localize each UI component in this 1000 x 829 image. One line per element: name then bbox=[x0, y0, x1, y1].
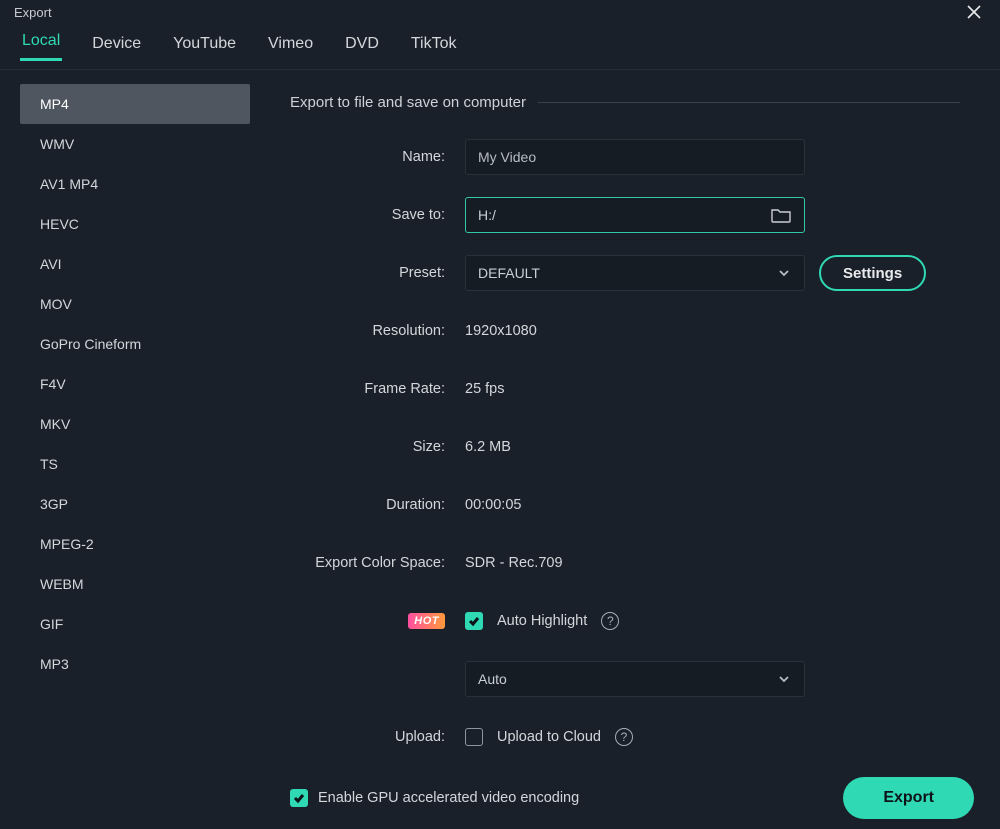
preset-select[interactable]: DEFAULT bbox=[465, 255, 805, 291]
row-preset: Preset: DEFAULT Settings bbox=[290, 255, 960, 291]
format-gif[interactable]: GIF bbox=[20, 604, 250, 644]
label-size: Size: bbox=[290, 439, 465, 455]
highlight-mode-value: Auto bbox=[478, 671, 507, 687]
format-av1-mp4[interactable]: AV1 MP4 bbox=[20, 164, 250, 204]
format-mkv[interactable]: MKV bbox=[20, 404, 250, 444]
section-heading-text: Export to file and save on computer bbox=[290, 94, 526, 111]
gpu-checkbox[interactable] bbox=[290, 789, 308, 807]
resolution-value: 1920x1080 bbox=[465, 323, 537, 339]
format-sidebar: MP4WMVAV1 MP4HEVCAVIMOVGoPro CineformF4V… bbox=[0, 70, 250, 777]
auto-highlight-checkbox[interactable] bbox=[465, 612, 483, 630]
duration-value: 00:00:05 bbox=[465, 497, 521, 513]
chevron-down-icon bbox=[778, 266, 792, 280]
row-colorspace: Export Color Space: SDR - Rec.709 bbox=[290, 545, 960, 581]
section-heading: Export to file and save on computer bbox=[290, 94, 960, 111]
settings-button[interactable]: Settings bbox=[819, 255, 926, 291]
divider-line bbox=[538, 102, 960, 103]
tab-tiktok[interactable]: TikTok bbox=[409, 27, 459, 61]
row-upload: Upload: Upload to Cloud ? bbox=[290, 719, 960, 755]
format-mpeg-2[interactable]: MPEG-2 bbox=[20, 524, 250, 564]
close-icon bbox=[966, 4, 982, 20]
label-duration: Duration: bbox=[290, 497, 465, 513]
main-panel: Export to file and save on computer Name… bbox=[250, 70, 1000, 777]
content-area: MP4WMVAV1 MP4HEVCAVIMOVGoPro CineformF4V… bbox=[0, 70, 1000, 777]
tab-local[interactable]: Local bbox=[20, 24, 62, 61]
folder-icon bbox=[771, 207, 791, 223]
titlebar: Export bbox=[0, 0, 1000, 24]
label-colorspace: Export Color Space: bbox=[290, 555, 465, 571]
tab-vimeo[interactable]: Vimeo bbox=[266, 27, 315, 61]
footer-left: Enable GPU accelerated video encoding bbox=[290, 789, 579, 807]
auto-highlight-help[interactable]: ? bbox=[601, 612, 619, 630]
format-mp4[interactable]: MP4 bbox=[20, 84, 250, 124]
export-window: Export LocalDeviceYouTubeVimeoDVDTikTok … bbox=[0, 0, 1000, 789]
label-save-to: Save to: bbox=[290, 207, 465, 223]
name-input[interactable] bbox=[465, 139, 805, 175]
format-gopro-cineform[interactable]: GoPro Cineform bbox=[20, 324, 250, 364]
chevron-down-icon bbox=[778, 672, 792, 686]
row-auto-highlight: HOT Auto Highlight ? bbox=[290, 603, 960, 639]
footer: Enable GPU accelerated video encoding Ex… bbox=[0, 777, 1000, 829]
label-framerate: Frame Rate: bbox=[290, 381, 465, 397]
upload-cloud-help[interactable]: ? bbox=[615, 728, 633, 746]
row-highlight-mode: Auto bbox=[290, 661, 960, 697]
gpu-label: Enable GPU accelerated video encoding bbox=[318, 790, 579, 806]
highlight-mode-select[interactable]: Auto bbox=[465, 661, 805, 697]
format-avi[interactable]: AVI bbox=[20, 244, 250, 284]
tab-bar: Local Device YouTube Vimeo DVD TikTok bbox=[0, 24, 1000, 70]
browse-folder-button[interactable] bbox=[770, 204, 792, 226]
label-name: Name: bbox=[290, 149, 465, 165]
row-duration: Duration: 00:00:05 bbox=[290, 487, 960, 523]
export-form: Name: Save to: H:/ bbox=[290, 139, 960, 755]
window-title: Export bbox=[14, 5, 52, 20]
format-ts[interactable]: TS bbox=[20, 444, 250, 484]
row-size: Size: 6.2 MB bbox=[290, 429, 960, 465]
label-preset: Preset: bbox=[290, 265, 465, 281]
row-framerate: Frame Rate: 25 fps bbox=[290, 371, 960, 407]
tab-youtube[interactable]: YouTube bbox=[171, 27, 238, 61]
format-hevc[interactable]: HEVC bbox=[20, 204, 250, 244]
label-upload: Upload: bbox=[290, 729, 465, 745]
size-value: 6.2 MB bbox=[465, 439, 511, 455]
upload-cloud-checkbox[interactable] bbox=[465, 728, 483, 746]
auto-highlight-label: Auto Highlight bbox=[497, 613, 587, 629]
tab-dvd[interactable]: DVD bbox=[343, 27, 381, 61]
format-wmv[interactable]: WMV bbox=[20, 124, 250, 164]
export-button[interactable]: Export bbox=[843, 777, 974, 819]
row-name: Name: bbox=[290, 139, 960, 175]
colorspace-value: SDR - Rec.709 bbox=[465, 555, 563, 571]
tab-device[interactable]: Device bbox=[90, 27, 143, 61]
format-3gp[interactable]: 3GP bbox=[20, 484, 250, 524]
preset-value: DEFAULT bbox=[478, 265, 540, 281]
format-f4v[interactable]: F4V bbox=[20, 364, 250, 404]
check-icon bbox=[468, 615, 480, 627]
format-mov[interactable]: MOV bbox=[20, 284, 250, 324]
format-webm[interactable]: WEBM bbox=[20, 564, 250, 604]
check-icon bbox=[293, 792, 305, 804]
save-to-input[interactable]: H:/ bbox=[465, 197, 805, 233]
hot-badge: HOT bbox=[408, 613, 445, 629]
upload-cloud-label: Upload to Cloud bbox=[497, 729, 601, 745]
close-button[interactable] bbox=[962, 0, 986, 24]
label-resolution: Resolution: bbox=[290, 323, 465, 339]
row-resolution: Resolution: 1920x1080 bbox=[290, 313, 960, 349]
save-to-value: H:/ bbox=[478, 207, 496, 223]
framerate-value: 25 fps bbox=[465, 381, 505, 397]
format-mp3[interactable]: MP3 bbox=[20, 644, 250, 684]
row-save-to: Save to: H:/ bbox=[290, 197, 960, 233]
